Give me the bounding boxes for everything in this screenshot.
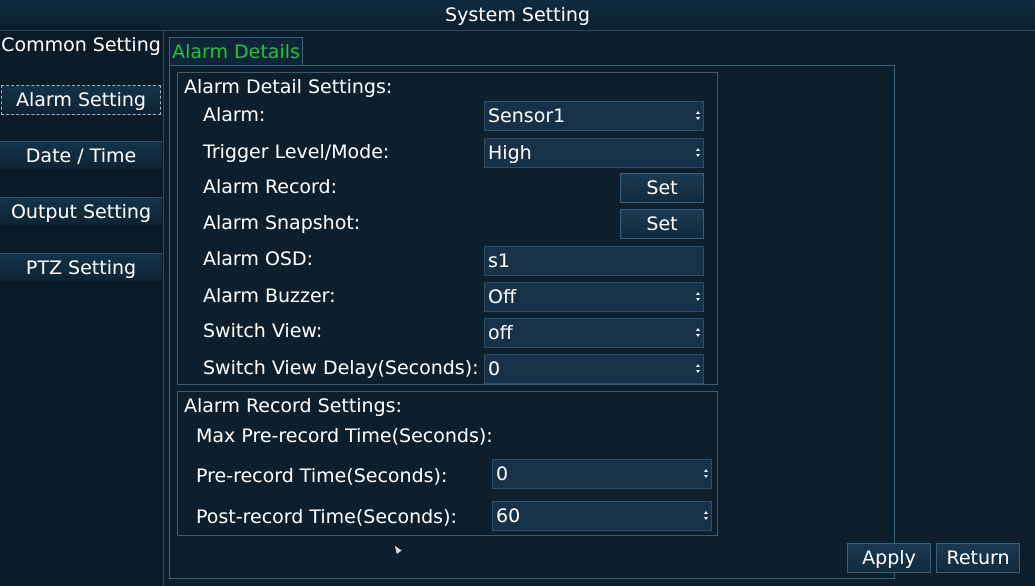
alarm-record-set-button[interactable]: Set (620, 173, 704, 203)
switch-view-delay-select[interactable]: 0 (484, 354, 704, 384)
switch-view-label: Switch View: (203, 320, 323, 342)
sidebar-item-alarm-setting[interactable]: Alarm Setting (1, 85, 161, 115)
spinner-arrows-icon (696, 292, 700, 302)
alarm-detail-group: Alarm Detail Settings: Alarm: Sensor1 Tr… (177, 72, 718, 385)
trigger-label: Trigger Level/Mode: (203, 141, 390, 163)
alarm-detail-title: Alarm Detail Settings: (184, 76, 393, 98)
sidebar-item-date-time[interactable]: Date / Time (0, 141, 162, 171)
alarm-snapshot-label: Alarm Snapshot: (203, 212, 361, 234)
spinner-arrows-icon (704, 469, 708, 479)
switch-view-delay-label: Switch View Delay(Seconds): (203, 357, 479, 379)
window-title: System Setting (0, 0, 1035, 31)
sidebar: Common Setting Alarm Setting Date / Time… (0, 31, 163, 586)
apply-button[interactable]: Apply (847, 543, 931, 573)
post-record-select[interactable]: 60 (492, 501, 712, 531)
alarm-osd-label: Alarm OSD: (203, 248, 313, 270)
main-content: Alarm Details Alarm Detail Settings: Ala… (163, 31, 1035, 586)
tab-alarm-details[interactable]: Alarm Details (169, 37, 303, 65)
sidebar-item-common-setting[interactable]: Common Setting (0, 31, 162, 61)
sidebar-item-ptz-setting[interactable]: PTZ Setting (0, 253, 162, 283)
post-record-label: Post-record Time(Seconds): (196, 506, 457, 528)
alarm-osd-input[interactable]: s1 (484, 246, 704, 276)
spinner-arrows-icon (696, 364, 700, 374)
post-record-value: 60 (496, 505, 521, 527)
alarm-record-label: Alarm Record: (203, 176, 337, 198)
alarm-record-group: Alarm Record Settings: Max Pre-record Ti… (177, 391, 718, 536)
spinner-arrows-icon (696, 111, 700, 121)
alarm-buzzer-value: Off (488, 286, 517, 308)
return-button[interactable]: Return (936, 543, 1020, 573)
alarm-record-title: Alarm Record Settings: (184, 395, 402, 417)
spinner-arrows-icon (696, 148, 700, 158)
alarm-value: Sensor1 (488, 105, 566, 127)
sidebar-item-output-setting[interactable]: Output Setting (0, 197, 162, 227)
switch-view-delay-value: 0 (488, 358, 501, 380)
alarm-buzzer-label: Alarm Buzzer: (203, 285, 336, 307)
switch-view-select[interactable]: off (484, 318, 704, 348)
alarm-buzzer-select[interactable]: Off (484, 282, 704, 312)
pre-record-label: Pre-record Time(Seconds): (196, 465, 448, 487)
spinner-arrows-icon (696, 328, 700, 338)
alarm-label: Alarm: (203, 104, 266, 126)
pre-record-select[interactable]: 0 (492, 459, 712, 489)
alarm-select[interactable]: Sensor1 (484, 101, 704, 131)
tab-panel: Alarm Detail Settings: Alarm: Sensor1 Tr… (169, 65, 895, 579)
spinner-arrows-icon (704, 511, 708, 521)
switch-view-value: off (488, 322, 513, 344)
trigger-select[interactable]: High (484, 138, 704, 168)
pre-record-value: 0 (496, 463, 509, 485)
max-pre-record-label: Max Pre-record Time(Seconds): (196, 425, 493, 447)
trigger-value: High (488, 142, 532, 164)
alarm-snapshot-set-button[interactable]: Set (620, 209, 704, 239)
